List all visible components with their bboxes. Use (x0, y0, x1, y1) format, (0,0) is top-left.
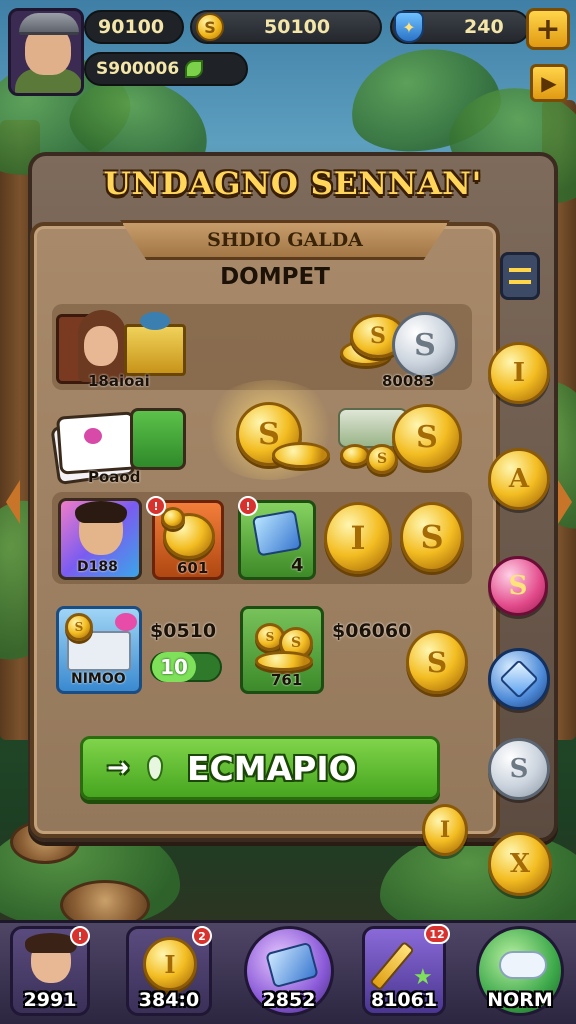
hero-card-label: D188 (77, 559, 118, 575)
gem-icon (499, 659, 539, 699)
side-gem-button[interactable] (488, 648, 550, 710)
side-pink-coin-button[interactable]: S (488, 556, 548, 616)
player-cash-value: S900006 (96, 59, 180, 79)
gold-pile-card[interactable]: S S 761 (240, 606, 324, 694)
cards-bundle-label: Poaod (88, 468, 141, 486)
nav-coins-label: 384:0 (138, 989, 200, 1011)
coin-card-value: 601 (177, 559, 209, 577)
add-currency-button[interactable]: + (526, 8, 570, 50)
side-coin-button[interactable]: I (422, 804, 468, 856)
nav-character-label: 2991 (23, 989, 77, 1011)
menu-icon (509, 268, 531, 284)
side-coin-button[interactable]: A (488, 448, 550, 510)
nav-gems-label: 2852 (262, 989, 316, 1011)
menu-toggle-button[interactable] (500, 252, 540, 300)
glow-coin-item[interactable]: S (200, 380, 340, 480)
gem-icon (265, 941, 319, 989)
player-gold-value: 90100 (98, 16, 165, 38)
gem-icon (251, 509, 303, 557)
coin-icon: I (143, 937, 197, 991)
gold-pile-value: 761 (271, 671, 303, 689)
right-arrow-icon[interactable] (558, 480, 572, 524)
primary-action-button[interactable]: → ECMAPIO (80, 736, 440, 800)
nav-gems[interactable]: 2852 (244, 926, 334, 1016)
coin-stack-value: 80083 (382, 372, 435, 390)
wallet-subtitle: DOMPET (220, 264, 330, 290)
helmet-icon (19, 13, 79, 35)
hero-card[interactable]: D188 (58, 498, 142, 580)
wand-icon (369, 940, 415, 992)
cloud-icon (499, 951, 547, 979)
play-arrow-button[interactable]: ▶ (530, 64, 568, 102)
cash-bundle-item[interactable]: S NIMOO (56, 606, 142, 694)
nav-weather[interactable]: NORM (476, 926, 564, 1016)
coin-stack-item[interactable]: S S (340, 310, 470, 380)
amount-toggle[interactable]: 10 (150, 652, 222, 682)
heart-icon (84, 428, 102, 444)
top-hud: 90100 S900006 S 50100 ✦ 240 + ▶ (6, 6, 570, 102)
side-coin-button[interactable]: X (488, 832, 552, 896)
gem-balance[interactable]: ✦ 240 (390, 10, 530, 44)
side-coin-button[interactable]: I (488, 342, 550, 404)
leaf-icon (185, 60, 204, 78)
nav-coins-badge: 2 (192, 926, 212, 946)
arrow-right-icon: → (107, 753, 129, 783)
amount-toggle-value: 10 (152, 652, 196, 682)
left-arrow-icon[interactable] (6, 480, 20, 524)
pin-icon (147, 755, 163, 781)
gold-coin-icon[interactable]: S (406, 630, 468, 694)
character-chest-label: 18aioai (88, 372, 150, 390)
player-gold-counter: 90100 (84, 10, 184, 44)
gem-card-badge: ! (238, 496, 258, 516)
panel-banner: SHDIO GALDA (120, 220, 450, 260)
nav-weather-label: NORM (487, 989, 553, 1011)
coin-icon: S (196, 13, 224, 41)
cash-coins-item[interactable]: S S (336, 400, 466, 480)
ribbon-icon (115, 613, 137, 631)
shield-icon: ✦ (394, 11, 424, 43)
price-b: $06060 (332, 620, 412, 642)
primary-action-label: ECMAPIO (187, 748, 357, 788)
gem-card-value: 4 (291, 555, 304, 576)
coin-card-badge: ! (146, 496, 166, 516)
player-cash-counter: S900006 (84, 52, 248, 86)
nav-tools-badge: 12 (424, 924, 450, 944)
coin-balance-value: 50100 (264, 16, 331, 38)
nav-tools-label: 81061 (370, 989, 438, 1011)
bow-icon (140, 312, 170, 330)
gem-balance-value: 240 (464, 16, 504, 38)
cash-bundle-label: NIMOO (71, 671, 126, 687)
panel-title: UNDAGNO SENNAN' (103, 166, 483, 202)
price-a: $0510 (150, 620, 217, 642)
player-avatar[interactable] (8, 8, 84, 96)
star-icon: ★ (413, 965, 433, 990)
coin-balance[interactable]: S 50100 (190, 10, 382, 44)
nav-character-badge: ! (70, 926, 90, 946)
gold-coin-icon[interactable]: S (400, 502, 464, 572)
gold-coin-icon[interactable]: I (324, 502, 392, 574)
side-silver-coin-button[interactable]: S (488, 738, 550, 800)
chest-icon (124, 324, 186, 376)
